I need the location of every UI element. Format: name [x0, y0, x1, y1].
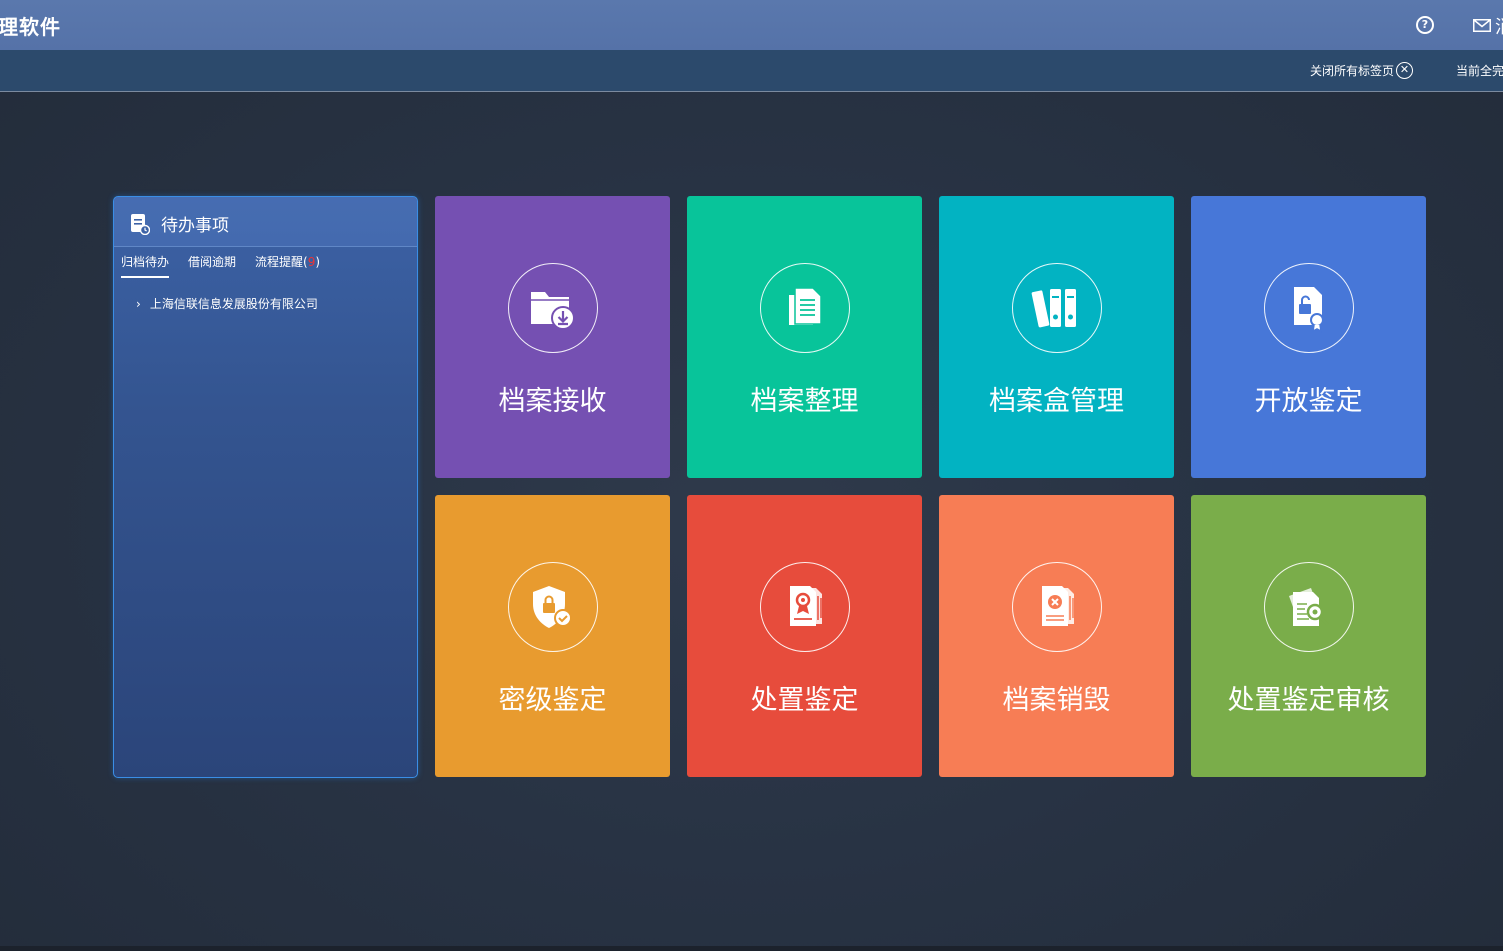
tile-icon-circle — [508, 263, 598, 353]
tile-label: 开放鉴定 — [1254, 386, 1363, 417]
tile-disposal-appraisal[interactable]: 处置鉴定 — [687, 495, 922, 777]
tile-icon-circle — [760, 562, 850, 652]
close-all-tabs-label: 关闭所有标签页 — [1310, 64, 1395, 78]
tab-archive-todo[interactable]: 归档待办 — [121, 253, 170, 278]
close-circle-icon: ✕ — [1396, 62, 1414, 79]
tile-secret-appraisal[interactable]: 密级鉴定 — [435, 495, 670, 777]
tile-box-management[interactable]: 档案盒管理 — [939, 196, 1174, 478]
todo-panel: 待办事项 归档待办 借阅逾期 流程提醒(9) › 上海信联信息发展股份有限公司 — [113, 196, 418, 778]
tree-item-company[interactable]: › 上海信联信息发展股份有限公司 — [136, 295, 318, 312]
binders-icon — [1031, 289, 1076, 328]
tile-icon-circle — [508, 562, 598, 652]
tile-label: 档案销毁 — [1002, 685, 1111, 716]
tile-label: 密级鉴定 — [498, 685, 607, 716]
unlock-certificate-icon — [1294, 287, 1324, 333]
document-review-icon — [1289, 588, 1330, 627]
delete-document-icon — [1042, 586, 1074, 626]
tile-label: 处置鉴定审核 — [1227, 685, 1390, 716]
mail-label[interactable]: 消 — [1495, 13, 1503, 39]
tab-process-reminder[interactable]: 流程提醒(9) — [255, 253, 320, 276]
process-reminder-close-paren: ) — [315, 255, 321, 269]
bottom-strip — [0, 946, 1503, 951]
process-reminder-label: 流程提醒( — [255, 255, 308, 269]
tile-archive-organize[interactable]: 档案整理 — [687, 196, 922, 478]
tile-archive-receive[interactable]: 档案接收 — [435, 196, 670, 478]
tile-icon-circle — [1012, 263, 1102, 353]
tile-disposal-review[interactable]: 处置鉴定审核 — [1191, 495, 1426, 777]
current-all-label[interactable]: 当前全完 — [1456, 62, 1503, 79]
todo-list-icon — [131, 214, 150, 235]
tree-item-label: 上海信联信息发展股份有限公司 — [149, 297, 318, 311]
help-icon[interactable]: ? — [1416, 16, 1434, 34]
shield-lock-icon — [533, 586, 572, 628]
tile-label: 档案盒管理 — [989, 386, 1124, 417]
app-title: 理软件 — [0, 15, 61, 39]
tile-archive-destroy[interactable]: 档案销毁 — [939, 495, 1174, 777]
award-document-icon — [790, 586, 822, 626]
todo-header: 待办事项 — [114, 197, 417, 247]
tile-icon-circle — [760, 263, 850, 353]
tile-icon-circle — [1264, 562, 1354, 652]
tab-borrow-overdue[interactable]: 借阅逾期 — [188, 253, 236, 276]
chevron-right-icon[interactable]: › — [136, 297, 141, 311]
folder-download-icon — [531, 292, 575, 330]
tile-icon-circle — [1264, 263, 1354, 353]
documents-icon — [789, 287, 822, 325]
todo-title: 待办事项 — [161, 216, 229, 236]
tab-bar: 关闭所有标签页 ✕ 当前全完 — [0, 50, 1503, 92]
tile-label: 处置鉴定 — [750, 685, 859, 716]
tile-icon-circle — [1012, 562, 1102, 652]
close-all-tabs-button[interactable]: 关闭所有标签页 ✕ — [1310, 62, 1414, 79]
top-bar: 理软件 ? 消 — [0, 0, 1503, 50]
tile-label: 档案整理 — [750, 386, 859, 417]
tile-label: 档案接收 — [498, 386, 607, 417]
tile-open-appraisal[interactable]: 开放鉴定 — [1191, 196, 1426, 478]
mail-icon[interactable] — [1473, 19, 1491, 32]
